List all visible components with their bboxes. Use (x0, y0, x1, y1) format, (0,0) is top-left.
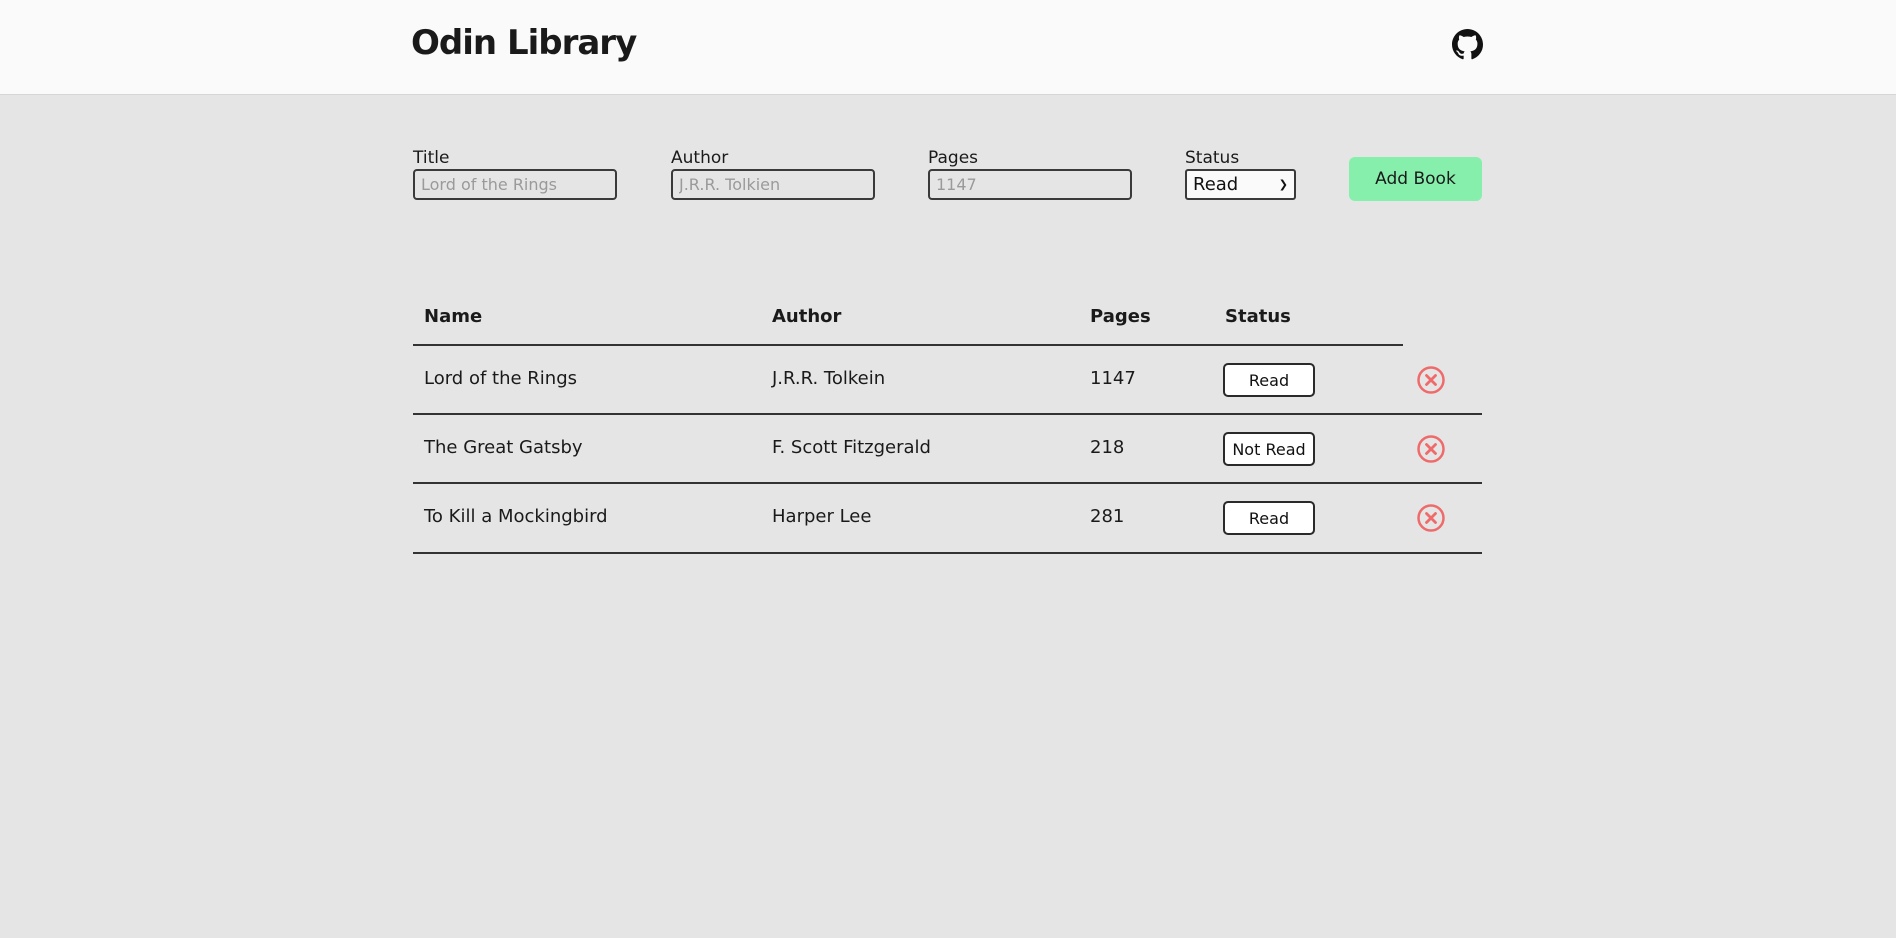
column-header-author: Author (772, 306, 842, 327)
row-divider (413, 413, 1482, 415)
column-header-name: Name (424, 306, 483, 327)
column-header-pages: Pages (1090, 306, 1151, 327)
status-select[interactable]: Read ❯ (1185, 169, 1296, 200)
app-header: Odin Library (0, 0, 1896, 95)
status-toggle-button[interactable]: Read (1223, 363, 1315, 397)
title-label: Title (413, 148, 450, 168)
chevron-down-icon: ❯ (1278, 178, 1288, 191)
row-divider (413, 552, 1482, 554)
author-input[interactable] (671, 169, 875, 200)
cell-pages: 1147 (1090, 368, 1136, 389)
cell-pages: 218 (1090, 437, 1125, 458)
cell-author: Harper Lee (772, 506, 872, 527)
pages-label: Pages (928, 148, 979, 168)
delete-icon[interactable] (1416, 434, 1446, 464)
author-label: Author (671, 148, 729, 168)
cell-pages: 281 (1090, 506, 1125, 527)
delete-icon[interactable] (1416, 365, 1446, 395)
cell-author: F. Scott Fitzgerald (772, 437, 931, 458)
status-toggle-button[interactable]: Not Read (1223, 432, 1315, 466)
github-icon[interactable] (1452, 29, 1483, 60)
header-divider (413, 344, 1403, 346)
cell-name: The Great Gatsby (424, 437, 583, 458)
row-divider (413, 482, 1482, 484)
pages-input[interactable] (928, 169, 1132, 200)
delete-icon[interactable] (1416, 503, 1446, 533)
status-toggle-button[interactable]: Read (1223, 501, 1315, 535)
app-title: Odin Library (411, 23, 637, 63)
title-input[interactable] (413, 169, 617, 200)
cell-name: Lord of the Rings (424, 368, 578, 389)
cell-author: J.R.R. Tolkein (772, 368, 886, 389)
status-select-value: Read (1193, 174, 1239, 195)
status-label: Status (1185, 148, 1240, 168)
cell-name: To Kill a Mockingbird (424, 506, 608, 527)
add-book-button[interactable]: Add Book (1349, 157, 1482, 201)
column-header-status: Status (1225, 306, 1291, 327)
